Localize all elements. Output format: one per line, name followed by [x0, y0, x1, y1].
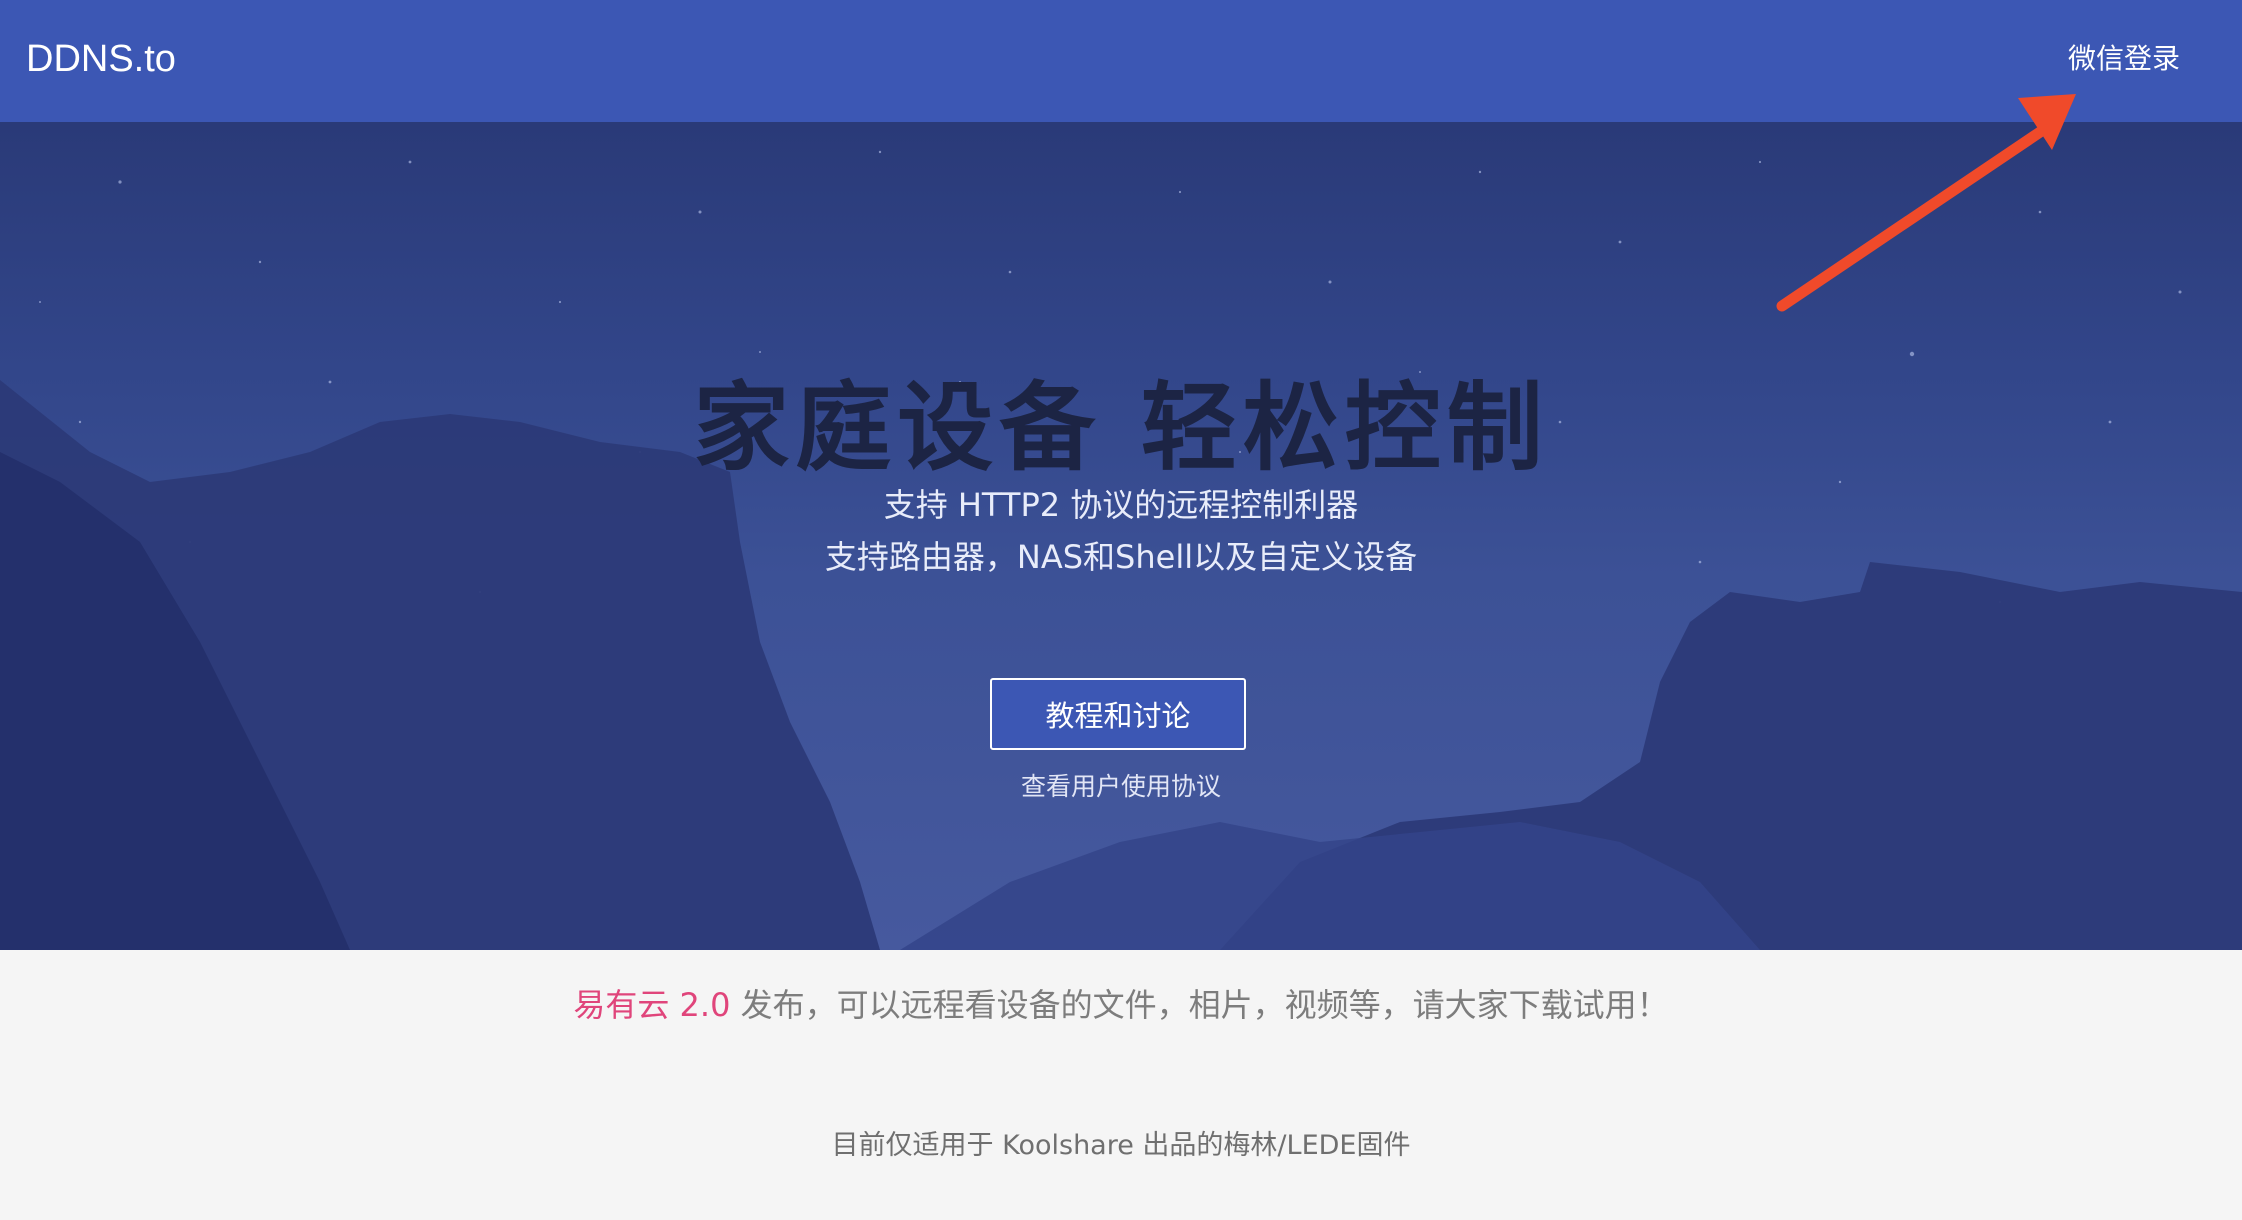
hero-subtitle-line-1: 支持 HTTP2 协议的远程控制利器	[883, 486, 1359, 524]
announcement-section: 易有云 2.0 发布，可以远程看设备的文件，相片，视频等，请大家下载试用！ 目前…	[0, 950, 2242, 1220]
hero-title: 家庭设备 轻松控制	[693, 372, 1549, 485]
announcement-highlight-link[interactable]: 易有云 2.0	[573, 986, 730, 1024]
hero-section: 家庭设备 轻松控制 支持 HTTP2 协议的远程控制利器 支持路由器，NAS和S…	[0, 122, 2242, 950]
hero-subtitle-line-2: 支持路由器，NAS和Shell以及自定义设备	[824, 538, 1418, 576]
user-agreement-link[interactable]: 查看用户使用协议	[0, 768, 2242, 806]
compatibility-note: 目前仅适用于 Koolshare 出品的梅林/LEDE固件	[831, 1130, 1411, 1161]
wechat-login-link[interactable]: 微信登录	[2068, 38, 2180, 80]
tutorial-discussion-button[interactable]: 教程和讨论	[990, 678, 1246, 750]
page: DDNS.to 微信登录 家庭设备 轻松控制 支持 HTTP2 协议的远程控制利…	[0, 0, 2242, 1220]
announcement-text: 易有云 2.0 发布，可以远程看设备的文件，相片，视频等，请大家下载试用！	[0, 980, 2242, 1030]
top-navbar: DDNS.to 微信登录	[0, 0, 2242, 122]
announcement-body: 发布，可以远程看设备的文件，相片，视频等，请大家下载试用！	[730, 986, 1669, 1024]
brand-logo-link[interactable]: DDNS.to	[26, 32, 176, 86]
